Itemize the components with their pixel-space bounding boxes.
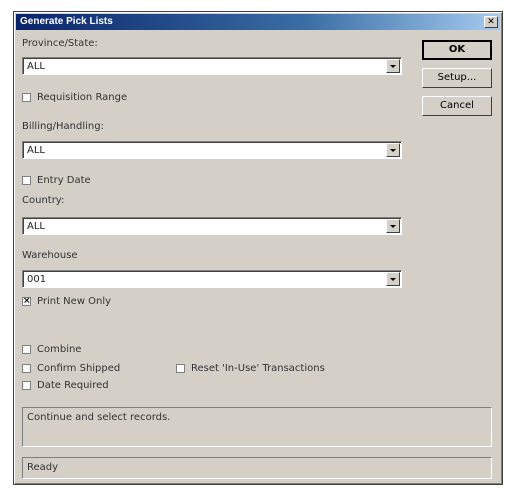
entry-date-checkbox-box[interactable] xyxy=(22,176,31,185)
requisition-range-label: Requisition Range xyxy=(37,92,128,103)
reset-in-use-checkbox[interactable]: Reset 'In-Use' Transactions xyxy=(176,363,325,374)
country-value: ALL xyxy=(27,221,45,232)
billing-select[interactable]: ALL xyxy=(22,141,402,159)
chevron-down-icon[interactable] xyxy=(386,219,400,233)
country-select[interactable]: ALL xyxy=(22,217,402,235)
confirm-shipped-label: Confirm Shipped xyxy=(37,363,121,374)
warehouse-label: Warehouse xyxy=(22,250,78,261)
warehouse-value: 001 xyxy=(27,274,47,285)
message-panel: Continue and select records. xyxy=(22,407,492,447)
confirm-shipped-checkbox-box[interactable] xyxy=(22,364,31,373)
requisition-range-checkbox[interactable]: Requisition Range xyxy=(22,92,127,103)
province-label: Province/State: xyxy=(22,38,98,49)
status-message: Continue and select records. xyxy=(27,412,171,423)
status-state: Ready xyxy=(27,462,59,473)
print-new-checkbox-box[interactable]: × xyxy=(22,297,31,306)
generate-pick-lists-dialog: Generate Pick Lists ✕ Province/State: AL… xyxy=(13,11,503,485)
ok-button[interactable]: OK xyxy=(422,40,492,60)
province-value: ALL xyxy=(27,61,45,72)
reset-checkbox-box[interactable] xyxy=(176,364,185,373)
combine-label: Combine xyxy=(37,344,82,355)
checkmark-icon: × xyxy=(23,296,31,306)
chevron-down-icon[interactable] xyxy=(386,143,400,157)
combine-checkbox-box[interactable] xyxy=(22,345,31,354)
chevron-down-icon[interactable] xyxy=(386,272,400,286)
billing-value: ALL xyxy=(27,145,45,156)
combine-checkbox[interactable]: Combine xyxy=(22,344,81,355)
status-bar: Ready xyxy=(22,457,492,479)
requisition-checkbox-box[interactable] xyxy=(22,93,31,102)
reset-in-use-label: Reset 'In-Use' Transactions xyxy=(191,363,325,374)
cancel-button[interactable]: Cancel xyxy=(422,96,492,116)
print-new-only-label: Print New Only xyxy=(37,296,112,307)
date-required-label: Date Required xyxy=(37,380,109,391)
window-title: Generate Pick Lists xyxy=(20,16,113,27)
date-required-checkbox[interactable]: Date Required xyxy=(22,380,109,391)
setup-button[interactable]: Setup... xyxy=(422,68,492,88)
warehouse-select[interactable]: 001 xyxy=(22,270,402,288)
entry-date-label: Entry Date xyxy=(37,175,91,186)
close-icon: ✕ xyxy=(487,17,495,27)
billing-label: Billing/Handling: xyxy=(22,121,104,132)
entry-date-checkbox[interactable]: Entry Date xyxy=(22,175,91,186)
country-label: Country: xyxy=(22,195,65,206)
close-button[interactable]: ✕ xyxy=(484,16,498,28)
chevron-down-icon[interactable] xyxy=(386,59,400,73)
province-select[interactable]: ALL xyxy=(22,57,402,75)
print-new-only-checkbox[interactable]: × Print New Only xyxy=(22,296,111,307)
title-bar: Generate Pick Lists ✕ xyxy=(16,14,500,30)
date-required-checkbox-box[interactable] xyxy=(22,381,31,390)
confirm-shipped-checkbox[interactable]: Confirm Shipped xyxy=(22,363,120,374)
